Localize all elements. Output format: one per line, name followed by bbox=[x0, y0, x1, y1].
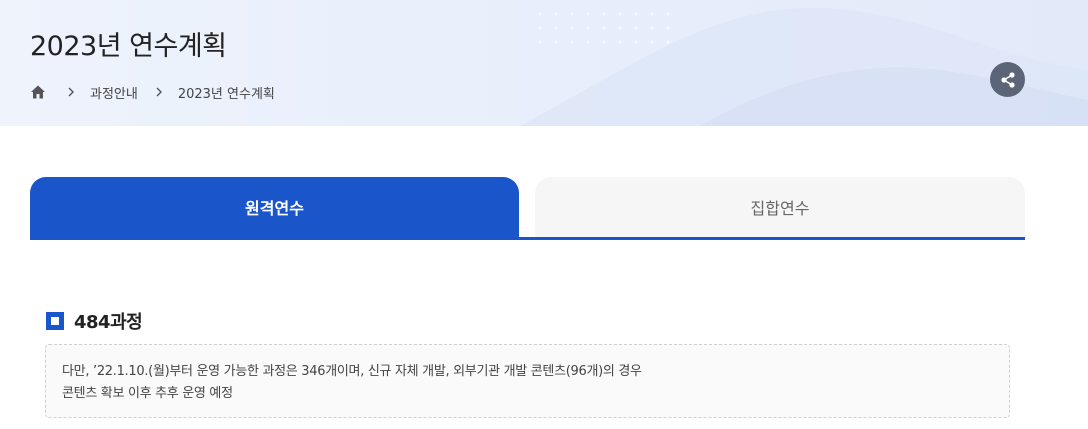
breadcrumb: 과정안내 2023년 연수계획 bbox=[30, 82, 275, 102]
notice-box: 다만, ’22.1.10.(월)부터 운영 가능한 과정은 346개이며, 신규… bbox=[45, 344, 1010, 418]
tab-underline bbox=[30, 237, 1025, 240]
chevron-right-icon bbox=[68, 87, 74, 97]
section-heading: 484과정 bbox=[46, 309, 143, 333]
tab-group-training[interactable]: 집합연수 bbox=[535, 177, 1025, 237]
home-icon bbox=[31, 85, 45, 99]
chevron-right-icon bbox=[156, 87, 162, 97]
training-type-tabs: 원격연수 집합연수 bbox=[30, 177, 1025, 240]
share-icon bbox=[1000, 71, 1015, 88]
page-title: 2023년 연수계획 bbox=[30, 31, 227, 62]
breadcrumb-home-link[interactable] bbox=[30, 84, 46, 100]
banner-background bbox=[0, 0, 1088, 126]
page-header-banner: 2023년 연수계획 과정안내 2023년 연수계획 bbox=[0, 0, 1088, 126]
notice-line: 콘텐츠 확보 이후 추후 운영 예정 bbox=[62, 386, 233, 401]
square-bullet-icon bbox=[46, 312, 64, 330]
tab-online-training[interactable]: 원격연수 bbox=[30, 177, 519, 237]
breadcrumb-item-current: 2023년 연수계획 bbox=[177, 86, 275, 102]
share-button[interactable] bbox=[990, 62, 1025, 97]
breadcrumb-item-course-guide[interactable]: 과정안내 bbox=[90, 83, 138, 102]
section-title: 484과정 bbox=[74, 312, 143, 333]
notice-line: 다만, ’22.1.10.(월)부터 운영 가능한 과정은 346개이며, 신규… bbox=[62, 364, 642, 379]
